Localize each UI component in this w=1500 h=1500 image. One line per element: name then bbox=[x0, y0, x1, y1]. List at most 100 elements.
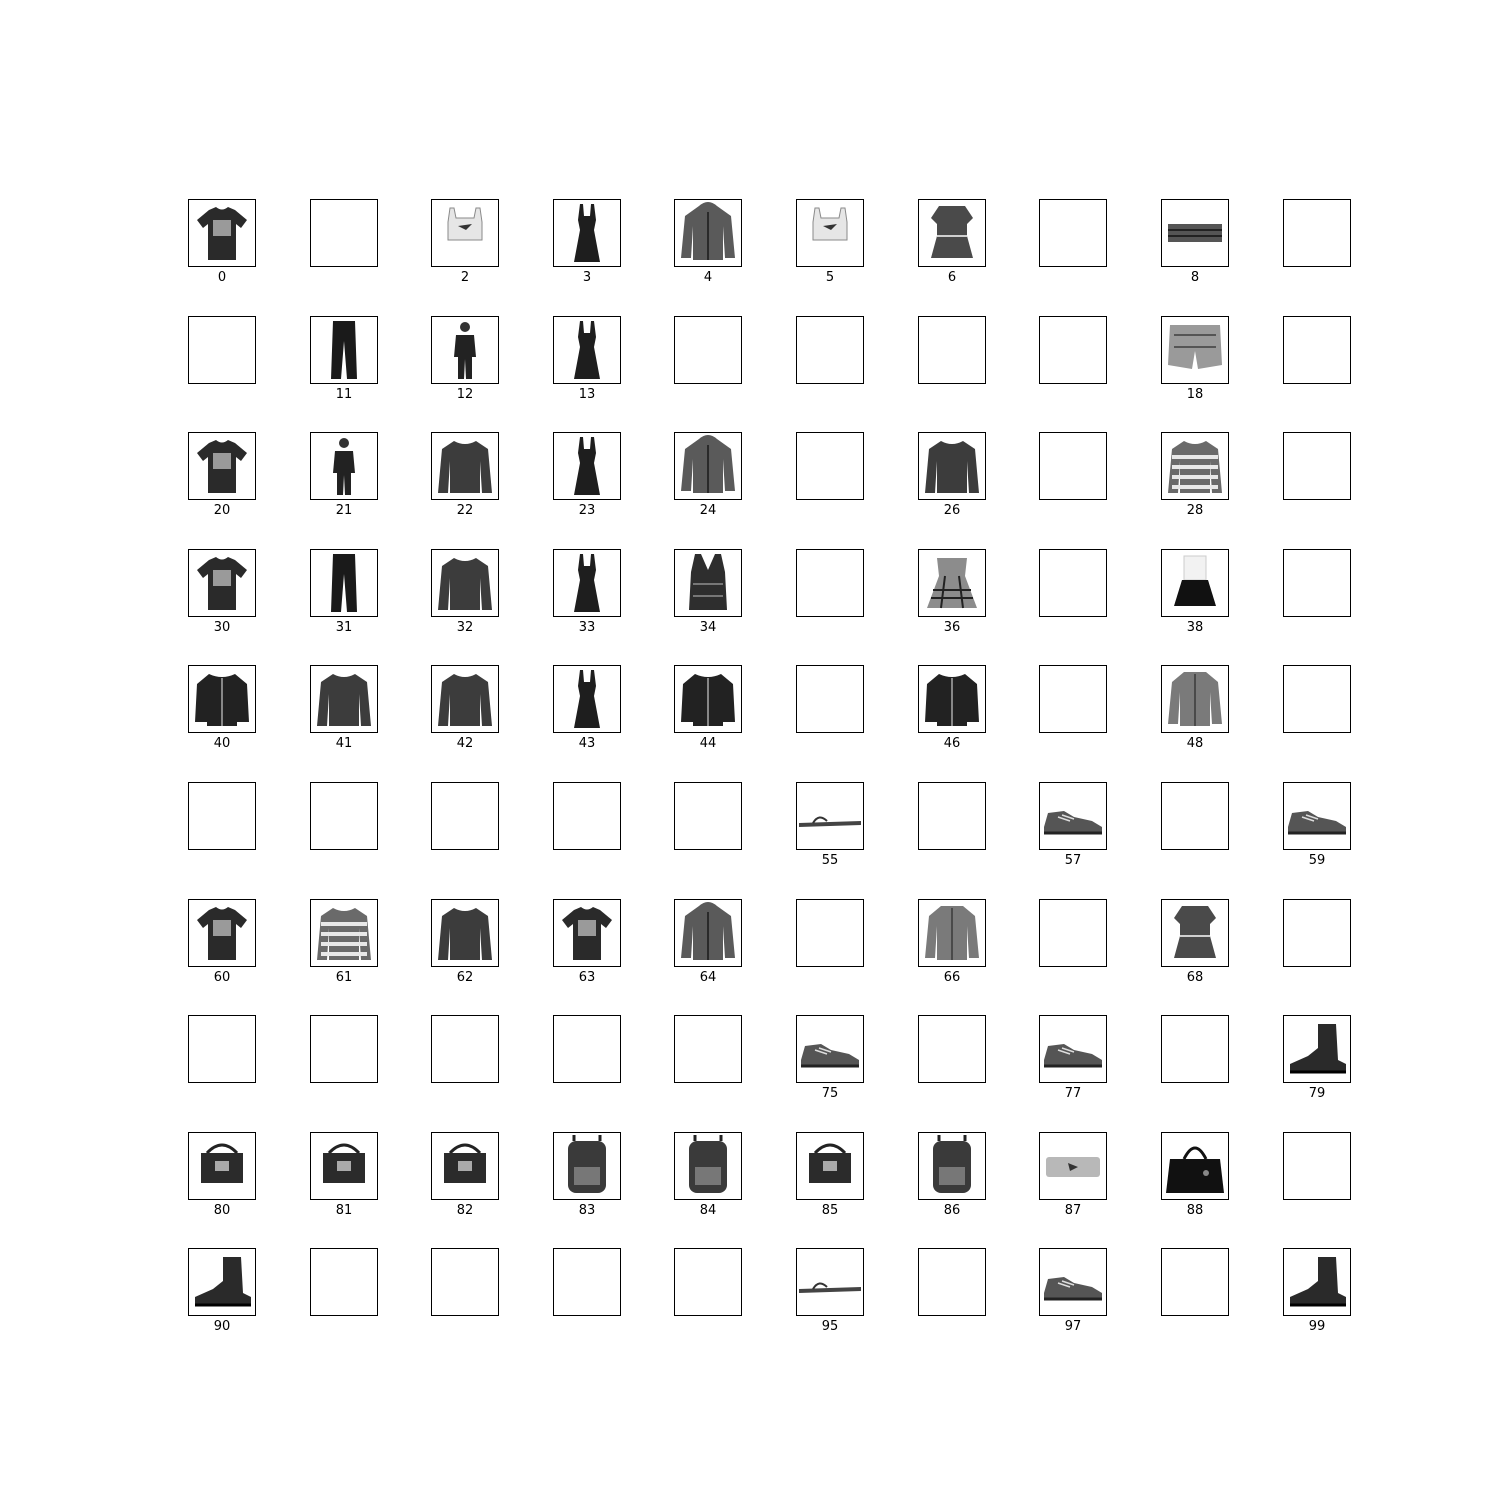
thumbnail bbox=[1039, 1132, 1107, 1200]
thumbnail bbox=[1283, 1132, 1351, 1200]
grid-cell: 85 bbox=[796, 1132, 864, 1218]
grid-cell bbox=[918, 1015, 986, 1083]
grid-cell: 8 bbox=[1161, 199, 1229, 285]
boot-icon bbox=[1284, 1249, 1350, 1315]
thumbnail bbox=[674, 782, 742, 850]
grid-cell bbox=[674, 1015, 742, 1083]
cell-label: 77 bbox=[1064, 1086, 1082, 1101]
blouse-icon bbox=[1162, 900, 1228, 966]
thumbnail bbox=[553, 549, 621, 617]
sneaker-icon bbox=[797, 1016, 863, 1082]
clutch-icon bbox=[1040, 1133, 1106, 1199]
grid-cell: 31 bbox=[310, 549, 378, 635]
thumbnail bbox=[1161, 1132, 1229, 1200]
dress-icon bbox=[554, 200, 620, 266]
cell-label: 38 bbox=[1186, 620, 1204, 635]
cell-label: 82 bbox=[456, 1203, 474, 1218]
blouse-icon bbox=[919, 200, 985, 266]
thumbnail bbox=[918, 199, 986, 267]
handbag-icon bbox=[1162, 1133, 1228, 1199]
thumbnail bbox=[1283, 199, 1351, 267]
grid-cell bbox=[188, 782, 256, 850]
grid-cell bbox=[1039, 316, 1107, 384]
cell-label: 28 bbox=[1186, 503, 1204, 518]
cell-label: 30 bbox=[213, 620, 231, 635]
grid-cell: 18 bbox=[1161, 316, 1229, 402]
cell-label: 2 bbox=[460, 270, 470, 285]
cell-label: 83 bbox=[578, 1203, 596, 1218]
grid-cell: 5 bbox=[796, 199, 864, 285]
thumbnail bbox=[674, 316, 742, 384]
grid-cell bbox=[918, 1248, 986, 1316]
grid-cell: 86 bbox=[918, 1132, 986, 1218]
grid-cell bbox=[796, 665, 864, 733]
thumbnail bbox=[1039, 899, 1107, 967]
cell-label: 41 bbox=[335, 736, 353, 751]
grid-cell bbox=[796, 432, 864, 500]
grid-cell: 12 bbox=[431, 316, 499, 402]
tshirt-icon bbox=[189, 550, 255, 616]
thumbnail bbox=[1161, 899, 1229, 967]
grid-cell bbox=[1283, 1132, 1351, 1200]
dress-icon bbox=[554, 317, 620, 383]
thumbnail bbox=[674, 1132, 742, 1200]
grid-cell: 61 bbox=[310, 899, 378, 985]
grid-cell: 88 bbox=[1161, 1132, 1229, 1218]
grid-cell bbox=[1283, 432, 1351, 500]
thumbnail bbox=[796, 1248, 864, 1316]
cell-label: 34 bbox=[699, 620, 717, 635]
crop-top-icon bbox=[797, 200, 863, 266]
thumbnail bbox=[188, 549, 256, 617]
cell-label: 88 bbox=[1186, 1203, 1204, 1218]
thumbnail bbox=[674, 199, 742, 267]
thumbnail bbox=[1283, 316, 1351, 384]
grid-cell bbox=[431, 782, 499, 850]
tshirt-icon bbox=[189, 900, 255, 966]
thumbnail bbox=[431, 199, 499, 267]
grid-cell: 97 bbox=[1039, 1248, 1107, 1334]
grid-cell: 57 bbox=[1039, 782, 1107, 868]
cell-label: 84 bbox=[699, 1203, 717, 1218]
thumbnail bbox=[431, 899, 499, 967]
cell-label: 18 bbox=[1186, 387, 1204, 402]
grid-cell: 95 bbox=[796, 1248, 864, 1334]
thumbnail bbox=[310, 549, 378, 617]
thumbnail bbox=[918, 665, 986, 733]
grid-cell bbox=[1039, 432, 1107, 500]
thumbnail bbox=[1283, 432, 1351, 500]
boot-icon bbox=[189, 1249, 255, 1315]
hoodie-icon bbox=[675, 200, 741, 266]
thumbnail bbox=[431, 782, 499, 850]
shorts-icon bbox=[1162, 317, 1228, 383]
cell-label: 75 bbox=[821, 1086, 839, 1101]
thumbnail bbox=[310, 899, 378, 967]
hoodie-icon bbox=[675, 433, 741, 499]
thumbnail bbox=[1283, 782, 1351, 850]
cell-label: 80 bbox=[213, 1203, 231, 1218]
thumbnail bbox=[553, 316, 621, 384]
cell-label: 95 bbox=[821, 1319, 839, 1334]
grid-cell bbox=[188, 316, 256, 384]
boot-icon bbox=[1284, 1016, 1350, 1082]
grid-cell: 81 bbox=[310, 1132, 378, 1218]
thumbnail bbox=[431, 1248, 499, 1316]
thumbnail bbox=[918, 782, 986, 850]
grid-cell bbox=[188, 1015, 256, 1083]
grid-cell: 11 bbox=[310, 316, 378, 402]
grid-cell: 13 bbox=[553, 316, 621, 402]
grid-cell: 6 bbox=[918, 199, 986, 285]
thumbnail bbox=[310, 316, 378, 384]
cell-label: 64 bbox=[699, 970, 717, 985]
thumbnail bbox=[796, 899, 864, 967]
grid-cell: 23 bbox=[553, 432, 621, 518]
grid-cell: 34 bbox=[674, 549, 742, 635]
cell-label: 4 bbox=[703, 270, 713, 285]
cell-label: 68 bbox=[1186, 970, 1204, 985]
cell-label: 22 bbox=[456, 503, 474, 518]
sneaker-icon bbox=[1040, 1016, 1106, 1082]
thumbnail bbox=[431, 316, 499, 384]
sweater-icon bbox=[311, 666, 377, 732]
grid-cell: 64 bbox=[674, 899, 742, 985]
thumbnail bbox=[1039, 1248, 1107, 1316]
grid-cell: 84 bbox=[674, 1132, 742, 1218]
